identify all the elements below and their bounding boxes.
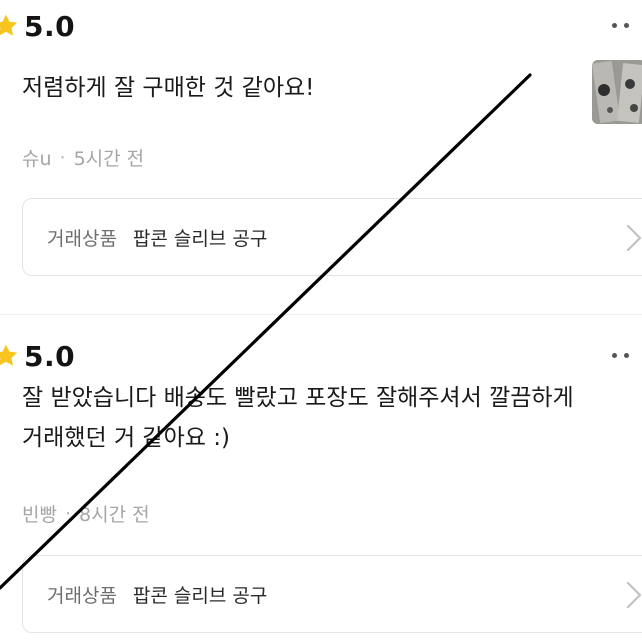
- review-text-line: 저렴하게 잘 구매한 것 같아요!: [22, 75, 315, 101]
- review-text: 잘 받았습니다 배송도 빨랐고 포장도 잘해주셔서 깔끔하게 거래했던 거 같아…: [22, 378, 574, 458]
- review-item: 5.0 저렴하게 잘 구매한 것 같아요! 슈u · 5시간 전 거래상품 팝콘…: [0, 0, 642, 300]
- review-divider: [0, 314, 642, 315]
- review-photo-thumbnail[interactable]: [592, 60, 642, 124]
- review-meta: 빈빵 · 8시간 전: [22, 500, 150, 527]
- more-options-button[interactable]: [612, 340, 642, 370]
- star-icon: [0, 344, 18, 366]
- rating-row: 5.0: [0, 338, 75, 374]
- author-name: 빈빵: [22, 504, 57, 526]
- more-dots-icon: [612, 22, 617, 28]
- more-dots-icon-dot: [624, 352, 629, 358]
- review-time: 5시간 전: [73, 148, 145, 170]
- traded-product-card[interactable]: 거래상품 팝콘 슬리브 공구: [22, 198, 642, 276]
- product-name: 팝콘 슬리브 공구: [132, 584, 268, 607]
- review-item: 5.0 잘 받았습니다 배송도 빨랐고 포장도 잘해주셔서 깔끔하게 거래했던 …: [0, 330, 642, 642]
- author-name: 슈u: [22, 148, 52, 170]
- meta-separator: ·: [59, 146, 66, 169]
- traded-product-card[interactable]: 거래상품 팝콘 슬리브 공구: [22, 555, 642, 633]
- chevron-right-icon: [626, 224, 642, 252]
- rating-row: 5.0: [0, 8, 75, 44]
- more-dots-icon-dot: [624, 22, 629, 28]
- more-options-button[interactable]: [612, 10, 642, 40]
- review-text-line: 거래했던 거 같아요 :): [22, 425, 230, 451]
- review-meta: 슈u · 5시간 전: [22, 144, 144, 171]
- product-label: 거래상품: [47, 227, 117, 250]
- product-label: 거래상품: [47, 584, 117, 607]
- review-time: 8시간 전: [79, 504, 150, 526]
- star-icon: [0, 14, 18, 36]
- chevron-right-icon: [626, 581, 642, 609]
- product-name: 팝콘 슬리브 공구: [132, 227, 268, 250]
- rating-value: 5.0: [24, 339, 76, 373]
- photo-image: [592, 60, 642, 124]
- review-text: 저렴하게 잘 구매한 것 같아요!: [22, 68, 314, 108]
- rating-value: 5.0: [24, 9, 76, 43]
- review-text-line: 잘 받았습니다 배송도 빨랐고 포장도 잘해주셔서 깔끔하게: [22, 385, 574, 411]
- meta-separator: ·: [64, 502, 72, 525]
- more-dots-icon: [612, 352, 617, 358]
